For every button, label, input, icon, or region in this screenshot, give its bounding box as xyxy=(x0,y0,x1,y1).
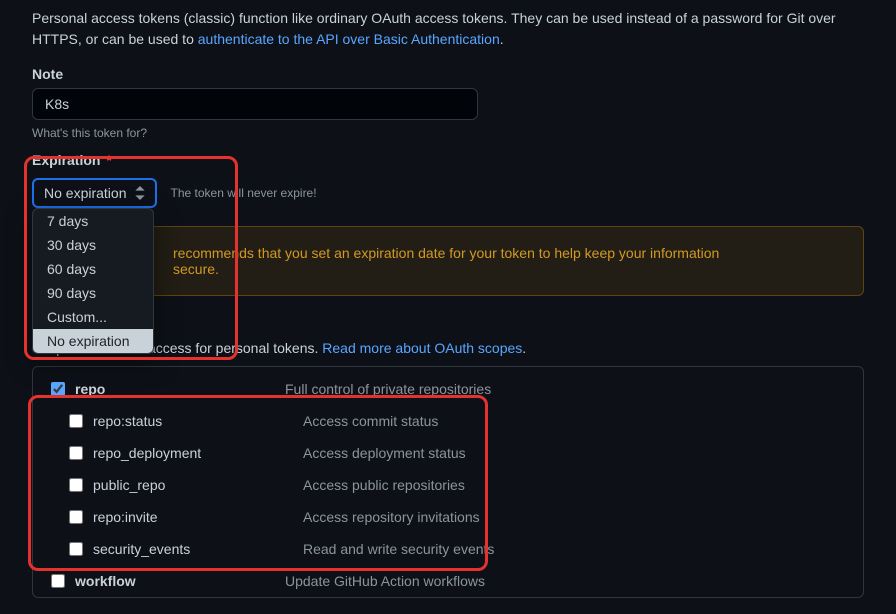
expiration-option[interactable]: Custom... xyxy=(33,305,153,329)
scope-description: Access commit status xyxy=(303,413,438,429)
scopes-list: repoFull control of private repositories… xyxy=(32,366,864,598)
note-label: Note xyxy=(32,66,864,82)
scope-child-row: security_eventsRead and write security e… xyxy=(33,533,863,565)
expiration-select[interactable]: No expiration xyxy=(32,178,157,208)
scope-name: workflow xyxy=(75,573,285,589)
scope-name: public_repo xyxy=(93,477,303,493)
select-scopes-heading: Select scopes xyxy=(32,318,864,334)
scope-name: repo xyxy=(75,381,285,397)
scope-description: Access repository invitations xyxy=(303,509,480,525)
scope-child-row: repo:statusAccess commit status xyxy=(33,405,863,437)
expiration-hint: The token will never expire! xyxy=(171,186,317,200)
scope-checkbox[interactable] xyxy=(69,414,83,428)
scope-checkbox[interactable] xyxy=(69,542,83,556)
scope-checkbox[interactable] xyxy=(51,382,65,396)
scope-name: security_events xyxy=(93,541,303,557)
scope-description: Access public repositories xyxy=(303,477,465,493)
required-asterisk: * xyxy=(106,152,111,168)
expiration-selected-value: No expiration xyxy=(44,185,127,201)
scope-name: repo_deployment xyxy=(93,445,303,461)
scope-child-row: public_repoAccess public repositories xyxy=(33,469,863,501)
intro-auth-link[interactable]: authenticate to the API over Basic Authe… xyxy=(198,31,500,47)
scope-description: Read and write security events xyxy=(303,541,494,557)
scopes-description: Scopes define the access for personal to… xyxy=(32,340,864,356)
scope-child-row: repo_deploymentAccess deployment status xyxy=(33,437,863,469)
scope-checkbox[interactable] xyxy=(69,478,83,492)
expiration-dropdown: 7 days30 days60 days90 daysCustom...No e… xyxy=(32,208,154,354)
expiration-option[interactable]: No expiration xyxy=(33,329,153,353)
scope-checkbox[interactable] xyxy=(69,510,83,524)
scope-description: Access deployment status xyxy=(303,445,466,461)
scope-child-row: repo:inviteAccess repository invitations xyxy=(33,501,863,533)
scope-group-row: workflowUpdate GitHub Action workflows xyxy=(33,565,863,597)
expiration-option[interactable]: 7 days xyxy=(33,209,153,233)
expiration-option[interactable]: 30 days xyxy=(33,233,153,257)
scope-name: repo:invite xyxy=(93,509,303,525)
scope-description: Full control of private repositories xyxy=(285,381,491,397)
banner-text: recommends that you set an expiration da… xyxy=(173,245,719,277)
scope-description: Update GitHub Action workflows xyxy=(285,573,485,589)
expiration-warning-banner: recommends that you set an expiration da… xyxy=(32,226,864,296)
expiration-option[interactable]: 90 days xyxy=(33,281,153,305)
note-input[interactable] xyxy=(32,88,478,120)
expiration-label: Expiration * xyxy=(32,152,864,168)
scope-checkbox[interactable] xyxy=(69,446,83,460)
intro-text-2: . xyxy=(500,31,504,47)
expiration-option[interactable]: 60 days xyxy=(33,257,153,281)
select-updown-icon xyxy=(135,186,145,200)
oauth-scopes-link[interactable]: Read more about OAuth scopes xyxy=(322,340,522,356)
scope-group-row: repoFull control of private repositories xyxy=(33,373,863,405)
note-hint: What's this token for? xyxy=(32,126,864,140)
scope-checkbox[interactable] xyxy=(51,574,65,588)
intro-paragraph: Personal access tokens (classic) functio… xyxy=(32,8,864,50)
scope-name: repo:status xyxy=(93,413,303,429)
